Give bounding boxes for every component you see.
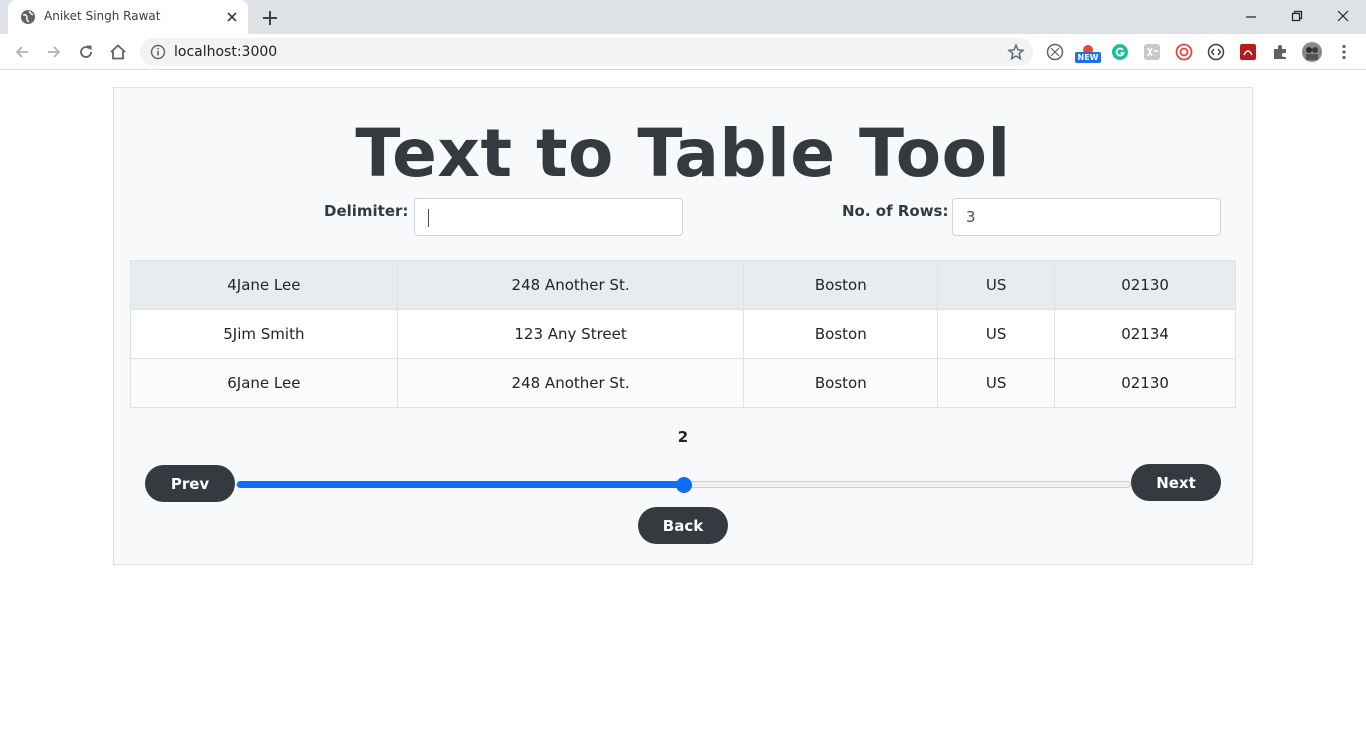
- forward-nav-button[interactable]: [42, 40, 66, 64]
- page-title: Text to Table Tool: [355, 115, 1011, 192]
- table-cell: 4Jane Lee: [130, 260, 398, 310]
- restore-button[interactable]: [1274, 0, 1320, 32]
- text-cursor: [428, 208, 429, 227]
- table-cell: 02134: [1054, 309, 1236, 359]
- slider-thumb[interactable]: [675, 477, 692, 493]
- info-icon[interactable]: [150, 44, 166, 60]
- reload-icon: [80, 45, 92, 58]
- back-nav-button[interactable]: [10, 40, 34, 64]
- delimiter-label: Delimiter:: [324, 202, 409, 220]
- page-number: 2: [677, 428, 689, 446]
- close-tab-icon[interactable]: [224, 9, 240, 25]
- table-cell: Boston: [743, 260, 939, 310]
- code-icon[interactable]: [1207, 43, 1225, 61]
- table-cell: US: [937, 358, 1056, 408]
- minimize-button[interactable]: [1228, 0, 1274, 32]
- menu-kebab-icon[interactable]: [1335, 43, 1353, 61]
- arrow-right-icon: [48, 46, 61, 58]
- github-icon[interactable]: [1046, 43, 1064, 61]
- puzzle-icon[interactable]: [1271, 43, 1289, 61]
- pdf-icon[interactable]: [1239, 43, 1257, 61]
- table-row: 4Jane Lee 248 Another St. Boston US 0213…: [130, 260, 1236, 310]
- table-cell: Boston: [743, 358, 939, 408]
- new-badge-icon[interactable]: NEW: [1075, 41, 1101, 65]
- page-slider[interactable]: [236, 477, 1131, 493]
- rows-label: No. of Rows:: [842, 202, 949, 220]
- tool-card: Text to Table Tool Delimiter: No. of Row…: [113, 87, 1253, 565]
- data-table: 4Jane Lee 248 Another St. Boston US 0213…: [130, 260, 1236, 408]
- restore-icon: [1291, 10, 1303, 22]
- table-cell: 02130: [1054, 358, 1236, 408]
- delimiter-input[interactable]: [414, 198, 683, 236]
- circle-extension-icon[interactable]: [1175, 43, 1193, 61]
- slider-fill: [237, 481, 684, 488]
- table-cell: US: [937, 260, 1056, 310]
- grammarly-icon[interactable]: [1111, 43, 1129, 61]
- tab-strip: Aniket Singh Rawat: [0, 0, 1366, 34]
- prev-button[interactable]: Prev: [145, 465, 235, 502]
- address-bar[interactable]: localhost:3000: [140, 38, 1033, 66]
- close-window-button[interactable]: [1320, 0, 1366, 32]
- table-cell: 6Jane Lee: [130, 358, 398, 408]
- translate-icon[interactable]: [1143, 43, 1161, 61]
- table-cell: 123 Any Street: [396, 309, 745, 359]
- rows-input[interactable]: 3: [952, 198, 1221, 236]
- url-text: localhost:3000: [174, 44, 278, 60]
- next-button[interactable]: Next: [1131, 464, 1221, 501]
- close-icon: [1337, 10, 1349, 22]
- tab-title: Aniket Singh Rawat: [44, 9, 161, 23]
- globe-icon: [21, 10, 35, 24]
- table-cell: Boston: [743, 309, 939, 359]
- table-row: 6Jane Lee 248 Another St. Boston US 0213…: [130, 358, 1236, 408]
- bookmark-star-icon[interactable]: [1007, 43, 1025, 61]
- minimize-icon: [1246, 16, 1256, 18]
- browser-tab[interactable]: Aniket Singh Rawat: [8, 0, 248, 34]
- back-button[interactable]: Back: [638, 507, 728, 544]
- browser-toolbar: localhost:3000 NEW: [0, 34, 1366, 70]
- table-cell: 5Jim Smith: [130, 309, 398, 359]
- home-icon: [110, 44, 126, 60]
- home-button[interactable]: [106, 40, 130, 64]
- table-row: 5Jim Smith 123 Any Street Boston US 0213…: [130, 309, 1236, 359]
- reload-button[interactable]: [74, 40, 98, 64]
- table-cell: 248 Another St.: [396, 358, 745, 408]
- table-cell: 02130: [1054, 260, 1236, 310]
- table-cell: 248 Another St.: [396, 260, 745, 310]
- new-badge-label: NEW: [1075, 52, 1101, 63]
- table-cell: US: [937, 309, 1056, 359]
- profile-avatar[interactable]: [1302, 42, 1322, 62]
- arrow-left-icon: [15, 46, 28, 58]
- new-tab-icon[interactable]: [258, 6, 282, 30]
